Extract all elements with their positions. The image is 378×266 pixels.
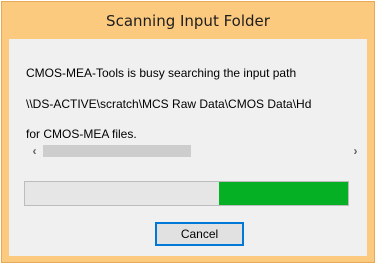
chevron-right-icon[interactable]: › <box>347 142 364 159</box>
scanning-dialog: Scanning Input Folder CMOS-MEA-Tools is … <box>1 1 375 263</box>
progress-marquee-fill <box>218 182 348 205</box>
chevron-left-icon[interactable]: ‹ <box>26 142 43 159</box>
path-horizontal-scrollbar[interactable]: ‹ › <box>26 142 364 159</box>
dialog-title: Scanning Input Folder <box>106 12 270 30</box>
status-message-line-3: for CMOS-MEA files. <box>26 127 137 141</box>
status-message-line-1: CMOS-MEA-Tools is busy searching the inp… <box>26 66 297 80</box>
cancel-button[interactable]: Cancel <box>155 222 244 246</box>
dialog-client-area: CMOS-MEA-Tools is busy searching the inp… <box>9 39 367 256</box>
scrollbar-thumb[interactable] <box>43 145 191 157</box>
input-path-text: \\DS-ACTIVE\scratch\MCS Raw Data\CMOS Da… <box>26 97 312 111</box>
scan-progress-bar <box>24 181 349 206</box>
title-bar[interactable]: Scanning Input Folder <box>2 2 374 38</box>
